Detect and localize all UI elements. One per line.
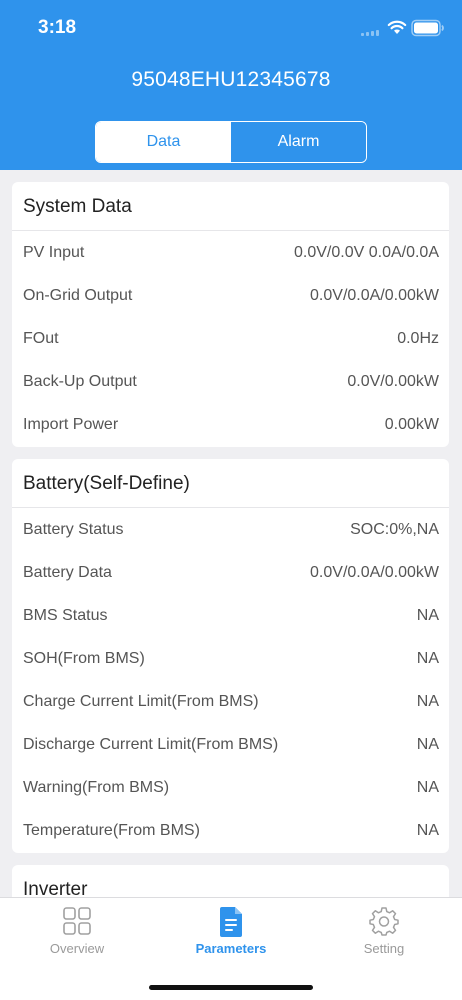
row-value: NA — [416, 606, 439, 624]
tab-data[interactable]: Data — [96, 122, 231, 162]
list-item: Discharge Current Limit(From BMS) NA — [12, 723, 449, 766]
card-title: Battery(Self-Define) — [12, 459, 449, 508]
row-label: Discharge Current Limit(From BMS) — [23, 735, 279, 753]
row-label: On-Grid Output — [23, 286, 133, 304]
battery-icon — [411, 19, 444, 37]
list-item: Battery Status SOC:0%,NA — [12, 508, 449, 551]
list-item: PV Input 0.0V/0.0V 0.0A/0.0A — [12, 231, 449, 274]
row-label: Temperature(From BMS) — [23, 821, 200, 839]
parameters-list[interactable]: System Data PV Input 0.0V/0.0V 0.0A/0.0A… — [0, 170, 462, 897]
row-value: 0.0V/0.00kW — [347, 372, 439, 390]
row-value: 0.0V/0.0A/0.00kW — [310, 286, 439, 304]
row-value: SOC:0%,NA — [350, 520, 439, 538]
row-value: 0.0Hz — [397, 329, 439, 347]
list-item: Temperature(From BMS) NA — [12, 809, 449, 852]
list-item: SOH(From BMS) NA — [12, 637, 449, 680]
tab-label: Setting — [363, 941, 405, 956]
row-value: NA — [416, 649, 439, 667]
battery-card: Battery(Self-Define) Battery Status SOC:… — [12, 459, 449, 853]
tab-parameters[interactable]: Parameters — [171, 898, 291, 968]
row-value: NA — [416, 735, 439, 753]
list-item: Back-Up Output 0.0V/0.00kW — [12, 360, 449, 403]
status-bar: 3:18 — [0, 0, 462, 56]
row-label: Back-Up Output — [23, 372, 137, 390]
list-item: BMS Status NA — [12, 594, 449, 637]
row-value: 0.0V/0.0A/0.00kW — [310, 563, 439, 581]
status-time: 3:18 — [38, 17, 77, 38]
row-label: Warning(From BMS) — [23, 778, 170, 796]
row-value: NA — [416, 692, 439, 710]
card-title: Inverter — [12, 865, 449, 897]
row-label: Import Power — [23, 415, 119, 433]
gear-icon — [369, 907, 399, 936]
inverter-card: Inverter — [12, 865, 449, 897]
device-serial-title: 95048EHU12345678 — [131, 68, 331, 91]
list-item: Warning(From BMS) NA — [12, 766, 449, 809]
cellular-signal-icon — [361, 28, 383, 36]
tab-overview[interactable]: Overview — [17, 898, 137, 968]
row-value: NA — [416, 778, 439, 796]
wifi-icon — [387, 20, 407, 34]
segmented-control: Data Alarm — [95, 121, 367, 163]
tab-label: Overview — [49, 941, 105, 956]
list-item: Battery Data 0.0V/0.0A/0.00kW — [12, 551, 449, 594]
system-data-card: System Data PV Input 0.0V/0.0V 0.0A/0.0A… — [12, 182, 449, 447]
row-label: Charge Current Limit(From BMS) — [23, 692, 259, 710]
home-indicator — [149, 985, 313, 990]
tab-alarm[interactable]: Alarm — [231, 122, 366, 162]
tab-setting[interactable]: Setting — [324, 898, 444, 968]
row-label: FOut — [23, 329, 59, 347]
app-header: 3:18 95048EHU12345678 Data Alarm — [0, 0, 462, 170]
list-item: Charge Current Limit(From BMS) NA — [12, 680, 449, 723]
row-label: PV Input — [23, 243, 85, 261]
row-label: SOH(From BMS) — [23, 649, 145, 667]
list-item: Import Power 0.00kW — [12, 403, 449, 446]
row-label: BMS Status — [23, 606, 108, 624]
row-value: 0.0V/0.0V 0.0A/0.0A — [294, 243, 439, 261]
list-item: FOut 0.0Hz — [12, 317, 449, 360]
row-value: 0.00kW — [384, 415, 439, 433]
tab-label: Parameters — [195, 941, 267, 956]
row-label: Battery Status — [23, 520, 124, 538]
document-icon — [220, 907, 242, 937]
row-label: Battery Data — [23, 563, 112, 581]
grid-icon — [63, 907, 91, 935]
row-value: NA — [416, 821, 439, 839]
list-item: On-Grid Output 0.0V/0.0A/0.00kW — [12, 274, 449, 317]
card-title: System Data — [12, 182, 449, 231]
